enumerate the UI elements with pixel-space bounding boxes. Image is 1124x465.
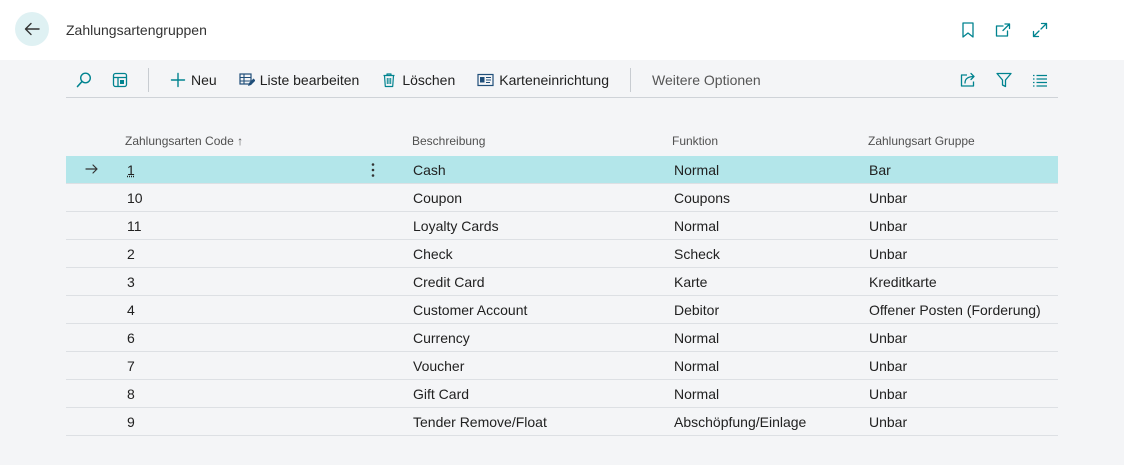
cell-function: Normal <box>674 162 720 178</box>
plus-icon <box>170 72 186 87</box>
edit-list-button[interactable]: Liste bearbeiten <box>228 62 371 98</box>
list-icon <box>1033 74 1047 87</box>
bookmark-icon[interactable] <box>959 21 977 39</box>
analysis-mode-button[interactable] <box>102 62 138 98</box>
edit-list-label: Liste bearbeiten <box>259 71 360 88</box>
table-row[interactable]: 7 Voucher Normal Unbar <box>66 352 1058 380</box>
toolbar-divider <box>630 67 632 92</box>
table-layout-icon <box>112 72 128 87</box>
filter-icon <box>996 72 1012 87</box>
card-setup-label: Karteneinrichtung <box>499 71 610 88</box>
filter-button[interactable] <box>986 62 1022 98</box>
cell-function: Abschöpfung/Einlage <box>674 414 807 430</box>
column-header-function[interactable]: Funktion <box>672 134 718 148</box>
cell-code[interactable]: 9 <box>127 414 135 430</box>
cell-group: Bar <box>869 162 891 178</box>
trash-icon <box>383 72 395 87</box>
cell-description: Voucher <box>413 358 465 374</box>
table-row[interactable]: 10 Coupon Coupons Unbar <box>66 184 1058 212</box>
table-row[interactable]: 1 Cash Normal Bar <box>66 156 1058 184</box>
share-button[interactable] <box>950 62 986 98</box>
cell-description: Check <box>413 246 453 262</box>
cell-code[interactable]: 6 <box>127 330 135 346</box>
new-button[interactable]: Neu <box>159 62 228 98</box>
cell-code[interactable]: 3 <box>127 274 135 290</box>
new-label: Neu <box>191 71 217 88</box>
cell-group: Kreditkarte <box>869 274 937 290</box>
table-row[interactable]: 3 Credit Card Karte Kreditkarte <box>66 268 1058 296</box>
page-header: Zahlungsartengruppen <box>0 0 1124 60</box>
edit-grid-icon <box>239 72 255 86</box>
table-header: Zahlungsarten Code ↑ Beschreibung Funkti… <box>66 126 1058 156</box>
delete-button[interactable]: Löschen <box>370 62 466 98</box>
cell-code[interactable]: 7 <box>127 358 135 374</box>
cell-description: Coupon <box>413 190 463 206</box>
cell-code[interactable]: 1 <box>127 162 135 178</box>
cell-description: Customer Account <box>413 302 528 318</box>
cell-group: Offener Posten (Forderung) <box>869 302 1041 318</box>
card-setup-button[interactable]: Karteneinrichtung <box>466 62 620 98</box>
cell-function: Normal <box>674 330 720 346</box>
cell-function: Scheck <box>674 246 720 262</box>
open-new-window-icon[interactable] <box>994 21 1012 39</box>
cell-group: Unbar <box>869 246 908 262</box>
search-icon <box>76 71 92 87</box>
cell-code[interactable]: 2 <box>127 246 135 262</box>
cell-group: Unbar <box>869 330 908 346</box>
expand-icon[interactable] <box>1031 21 1049 39</box>
search-button[interactable] <box>66 62 102 98</box>
cell-group: Unbar <box>869 358 908 374</box>
cell-description: Gift Card <box>413 386 470 402</box>
cell-group: Unbar <box>869 190 908 206</box>
payment-methods-table: Zahlungsarten Code ↑ Beschreibung Funkti… <box>66 126 1058 436</box>
cell-code[interactable]: 11 <box>127 218 142 234</box>
table-row[interactable]: 4 Customer Account Debitor Offener Posten (… <box>66 296 1058 324</box>
column-header-code[interactable]: Zahlungsarten Code ↑ <box>125 134 243 148</box>
table-body: 1 Cash Normal Bar 10 Coupon Coupons Unbar 11 Loya… <box>66 156 1058 436</box>
back-button[interactable] <box>15 12 49 46</box>
more-options-label: Weitere Optionen <box>652 71 761 88</box>
cell-description: Loyalty Cards <box>413 218 499 234</box>
table-row[interactable]: 2 Check Scheck Unbar <box>66 240 1058 268</box>
current-row-arrow-icon <box>85 164 98 174</box>
cell-code[interactable]: 10 <box>127 190 143 206</box>
action-bar: Neu Liste bearbeiten Löschen Karteneinri… <box>66 62 1058 98</box>
cell-function: Normal <box>674 358 720 374</box>
more-vertical-icon <box>371 163 375 177</box>
column-header-code-label: Zahlungsarten Code <box>125 134 234 148</box>
sort-ascending-icon: ↑ <box>237 134 244 148</box>
arrow-left-icon <box>24 22 40 36</box>
cell-function: Karte <box>674 274 708 290</box>
column-header-description[interactable]: Beschreibung <box>412 134 485 148</box>
table-row[interactable]: 6 Currency Normal Unbar <box>66 324 1058 352</box>
table-row[interactable]: 8 Gift Card Normal Unbar <box>66 380 1058 408</box>
cell-group: Unbar <box>869 386 908 402</box>
cell-description: Currency <box>413 330 470 346</box>
column-header-group[interactable]: Zahlungsart Gruppe <box>868 134 975 148</box>
row-actions-menu-button[interactable] <box>366 160 380 180</box>
cell-function: Coupons <box>674 190 731 206</box>
table-row[interactable]: 9 Tender Remove/Float Abschöpfung/Einlage U… <box>66 408 1058 436</box>
id-card-icon <box>477 73 494 86</box>
cell-group: Unbar <box>869 218 908 234</box>
cell-code[interactable]: 4 <box>127 302 135 318</box>
cell-code[interactable]: 8 <box>127 386 135 402</box>
cell-group: Unbar <box>869 414 908 430</box>
table-row[interactable]: 11 Loyalty Cards Normal Unbar <box>66 212 1058 240</box>
toolbar-right-actions <box>950 62 1058 98</box>
cell-function: Normal <box>674 386 720 402</box>
delete-label: Löschen <box>402 71 456 88</box>
cell-description: Tender Remove/Float <box>413 414 547 430</box>
share-icon <box>960 72 975 87</box>
toolbar-divider <box>148 67 149 92</box>
cell-description: Credit Card <box>413 274 485 290</box>
cell-function: Debitor <box>674 302 720 318</box>
cell-function: Normal <box>674 218 720 234</box>
view-options-button[interactable] <box>1022 62 1058 98</box>
more-options-button[interactable]: Weitere Optionen <box>641 62 772 98</box>
cell-description: Cash <box>413 162 446 178</box>
page-title: Zahlungsartengruppen <box>66 22 207 38</box>
